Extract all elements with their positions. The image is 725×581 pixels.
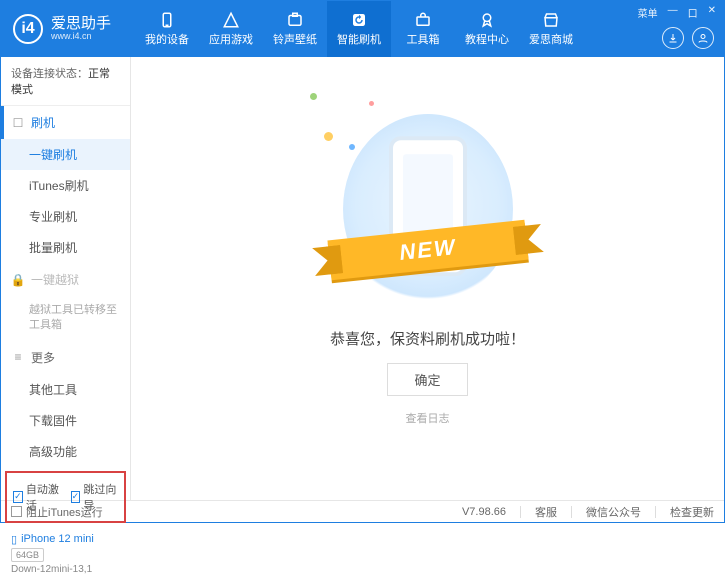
- device-model: Down-12mini-13,1: [11, 564, 120, 575]
- sidebar-item-one-click-flash[interactable]: 一键刷机: [1, 139, 130, 170]
- sidebar-jailbreak-note: 越狱工具已转移至工具箱: [1, 296, 130, 341]
- device-name: ▯ iPhone 12 mini: [11, 533, 120, 546]
- sidebar-item-advanced[interactable]: 高级功能: [1, 436, 130, 467]
- app-logo: i4 爱思助手 www.i4.cn: [13, 14, 111, 44]
- close-button[interactable]: ✕: [708, 5, 716, 20]
- main-content: NEW 恭喜您，保资料刷机成功啦！ 确定 查看日志: [131, 57, 724, 500]
- minimize-button[interactable]: —: [668, 5, 678, 20]
- download-icon: [667, 32, 679, 44]
- sidebar-item-other-tools[interactable]: 其他工具: [1, 374, 130, 405]
- checkbox-icon: ✓: [71, 491, 81, 503]
- toolbox-icon: [414, 11, 432, 29]
- device-info[interactable]: ▯ iPhone 12 mini 64GB Down-12mini-13,1: [1, 527, 130, 581]
- block-itunes-label: 阻止iTunes运行: [26, 504, 103, 520]
- connection-status: 设备连接状态：正常模式: [1, 57, 130, 106]
- sidebar-section-more[interactable]: ≡ 更多: [1, 341, 130, 374]
- maximize-button[interactable]: 口: [688, 5, 698, 20]
- apps-icon: [222, 11, 240, 29]
- window-controls: 菜单 — 口 ✕: [638, 5, 716, 20]
- sidebar: 设备连接状态：正常模式 ☐ 刷机 一键刷机 iTunes刷机 专业刷机 批量刷机…: [1, 57, 131, 500]
- nav-apps-games[interactable]: 应用游戏: [199, 1, 263, 57]
- more-icon: ≡: [11, 350, 25, 364]
- sidebar-item-batch-flash[interactable]: 批量刷机: [1, 232, 130, 263]
- customer-service-link[interactable]: 客服: [535, 504, 557, 520]
- folder-icon: [286, 11, 304, 29]
- success-illustration: NEW: [343, 114, 513, 304]
- lock-icon: 🔒: [11, 273, 25, 287]
- sidebar-section-flash[interactable]: ☐ 刷机: [1, 106, 130, 139]
- app-name: 爱思助手: [51, 16, 111, 33]
- check-update-link[interactable]: 检查更新: [670, 504, 714, 520]
- phone-icon: [158, 11, 176, 29]
- titlebar: i4 爱思助手 www.i4.cn 我的设备 应用游戏 铃声壁纸 智能刷机 工具…: [1, 1, 724, 57]
- logo-icon: i4: [13, 14, 43, 44]
- sidebar-item-pro-flash[interactable]: 专业刷机: [1, 201, 130, 232]
- menu-button[interactable]: 菜单: [638, 5, 658, 20]
- sidebar-section-jailbreak: 🔒 一键越狱: [1, 263, 130, 296]
- nav-ringtones-wallpapers[interactable]: 铃声壁纸: [263, 1, 327, 57]
- device-phone-icon: ▯: [11, 533, 17, 546]
- nav-toolbox[interactable]: 工具箱: [391, 1, 455, 57]
- nav-smart-flash[interactable]: 智能刷机: [327, 1, 391, 57]
- nav-store[interactable]: 爱思商城: [519, 1, 583, 57]
- download-button[interactable]: [662, 27, 684, 49]
- sidebar-item-itunes-flash[interactable]: iTunes刷机: [1, 170, 130, 201]
- refresh-icon: [350, 11, 368, 29]
- user-icon: [697, 32, 709, 44]
- account-button[interactable]: [692, 27, 714, 49]
- view-log-link[interactable]: 查看日志: [406, 410, 450, 426]
- app-url: www.i4.cn: [51, 32, 111, 42]
- device-storage-badge: 64GB: [11, 548, 44, 562]
- success-message: 恭喜您，保资料刷机成功啦！: [330, 328, 525, 349]
- top-nav: 我的设备 应用游戏 铃声壁纸 智能刷机 工具箱 教程中心 爱思商城: [135, 1, 583, 57]
- version-label: V7.98.66: [462, 506, 506, 518]
- sidebar-item-download-firmware[interactable]: 下载固件: [1, 405, 130, 436]
- ok-button[interactable]: 确定: [387, 363, 467, 396]
- badge-icon: [478, 11, 496, 29]
- checkbox-block-itunes[interactable]: [11, 506, 22, 517]
- nav-tutorials[interactable]: 教程中心: [455, 1, 519, 57]
- flash-icon: ☐: [11, 116, 25, 130]
- nav-my-device[interactable]: 我的设备: [135, 1, 199, 57]
- titlebar-right-buttons: [662, 27, 714, 49]
- wechat-link[interactable]: 微信公众号: [586, 504, 641, 520]
- checkbox-icon: ✓: [13, 491, 23, 503]
- store-icon: [542, 11, 560, 29]
